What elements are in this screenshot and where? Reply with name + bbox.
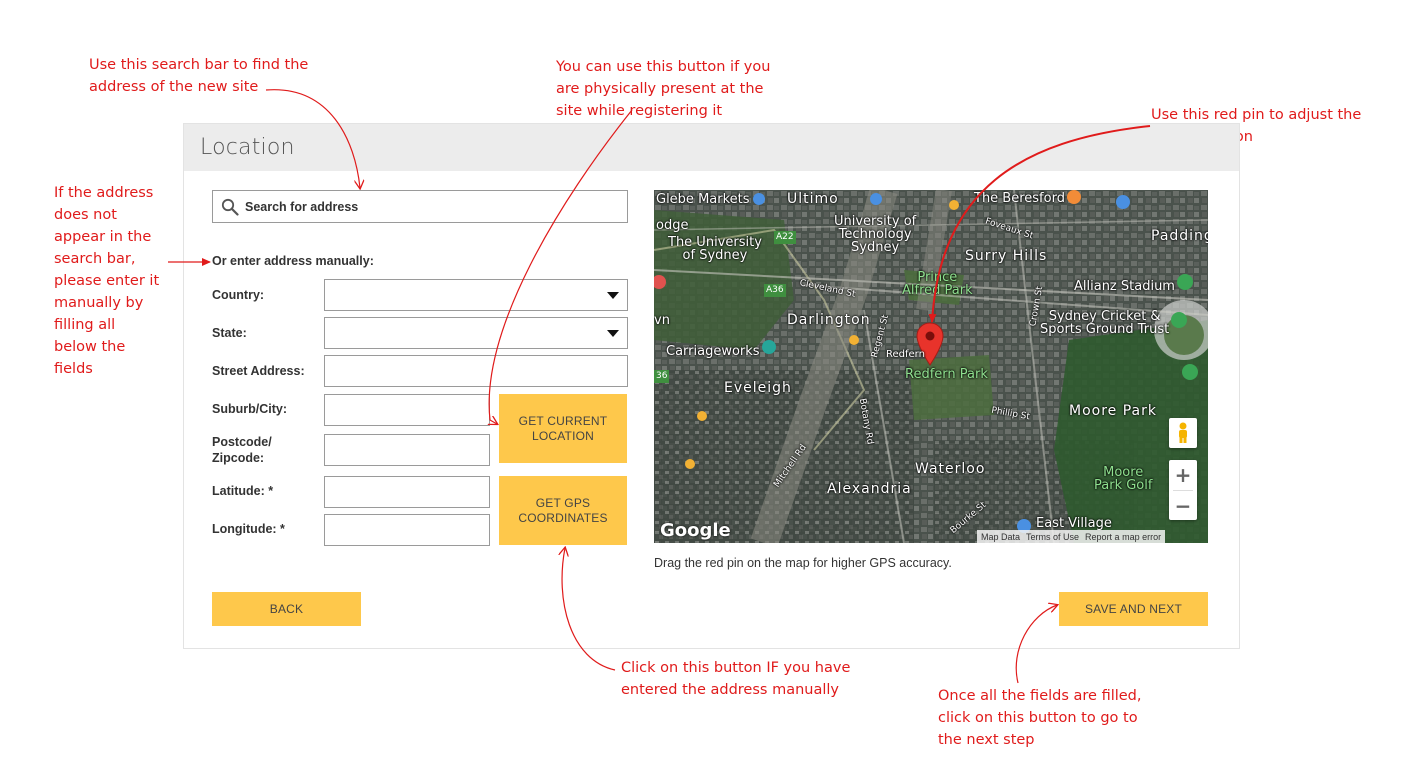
chevron-down-icon [607,292,619,299]
map-label-scg: Sydney Cricket & Sports Ground Trust [1040,309,1170,337]
map-label-eveleigh: Eveleigh [724,380,792,396]
map-label-vn: vn [654,313,670,328]
suburb-label: Suburb/City: [212,402,287,416]
country-select[interactable] [324,279,628,311]
map-label-surry-hills: Surry Hills [965,248,1048,264]
search-input[interactable]: Search for address [212,190,628,223]
latitude-label: Latitude: * [212,484,274,498]
latitude-input[interactable] [324,476,490,508]
search-icon [221,198,239,216]
map-label-prince-alfred-park: Prince Alfred Park [902,270,973,298]
map-label-moore-park: Moore Park [1069,403,1157,419]
map-label-alexandria: Alexandria [827,481,912,497]
map-caption: Drag the red pin on the map for higher G… [654,556,952,570]
map-label-ultimo: Ultimo [787,191,839,207]
street-label: Street Address: [212,364,305,378]
map-label-a36: A36 [764,284,786,297]
longitude-input[interactable] [324,514,490,546]
zoom-out-button[interactable]: − [1169,491,1197,521]
postcode-label: Postcode/ Zipcode: [212,435,272,465]
state-label: State: [212,326,247,340]
annotation-current-location: You can use this button if you are physi… [556,59,771,119]
map-label-36: 36 [654,370,670,383]
map-label-waterloo: Waterloo [915,461,986,477]
annotation-search-bar: Use this search bar to find the address … [89,57,309,95]
annotation-manual-entry: If the address does not appear in the se… [54,185,160,377]
street-view-pegman-icon[interactable] [1169,418,1197,448]
map-label-allianz-stadium: Allianz Stadium [1074,279,1175,294]
annotation-save-next: Once all the fields are filled, click on… [938,688,1142,748]
zoom-in-button[interactable]: + [1169,460,1197,490]
search-placeholder: Search for address [245,199,359,214]
manual-entry-label: Or enter address manually: [212,254,374,268]
annotation-gps-button: Click on this button IF you have entered… [621,660,851,698]
map-label-redfern-park: Redfern Park [905,367,988,382]
google-logo: Google [660,520,731,541]
map-data-link[interactable]: Map Data [981,532,1020,542]
longitude-label: Longitude: * [212,522,285,536]
map-label-darlington: Darlington [787,312,871,328]
country-label: Country: [212,288,265,302]
suburb-input[interactable] [324,394,490,426]
terms-of-use-link[interactable]: Terms of Use [1026,532,1079,542]
get-gps-coordinates-button[interactable]: GET GPS COORDINATES [499,476,627,545]
report-map-error-link[interactable]: Report a map error [1085,532,1161,542]
map-label-glebe-markets: Glebe Markets [656,192,750,207]
state-select[interactable] [324,317,628,349]
map[interactable]: Glebe Markets Ultimo The Beresford odge … [654,190,1208,543]
map-label-padding: Padding [1151,228,1208,244]
chevron-down-icon [607,330,619,337]
map-footer: Map Data Terms of Use Report a map error [977,530,1166,543]
map-label-moore-park-golf: Moore Park Golf [1094,465,1153,493]
map-label-carriageworks: Carriageworks [666,344,760,359]
map-zoom-controls: + − [1169,460,1197,520]
back-button[interactable]: BACK [212,592,361,626]
map-label-a22: A22 [774,231,796,244]
map-label-east-village: East Village [1036,516,1112,531]
save-and-next-button[interactable]: SAVE AND NEXT [1059,592,1208,626]
map-label-odge: odge [656,218,689,233]
postcode-input[interactable] [324,434,490,466]
map-label-beresford: The Beresford [974,191,1065,206]
street-input[interactable] [324,355,628,387]
page-title: Location [200,135,295,160]
card-header: Location [184,124,1239,171]
map-label-usyd: The University of Sydney [668,235,762,263]
get-current-location-button[interactable]: GET CURRENT LOCATION [499,394,627,463]
map-label-redfern: Redfern [886,349,925,360]
map-label-uts: University of Technology Sydney [834,214,917,255]
